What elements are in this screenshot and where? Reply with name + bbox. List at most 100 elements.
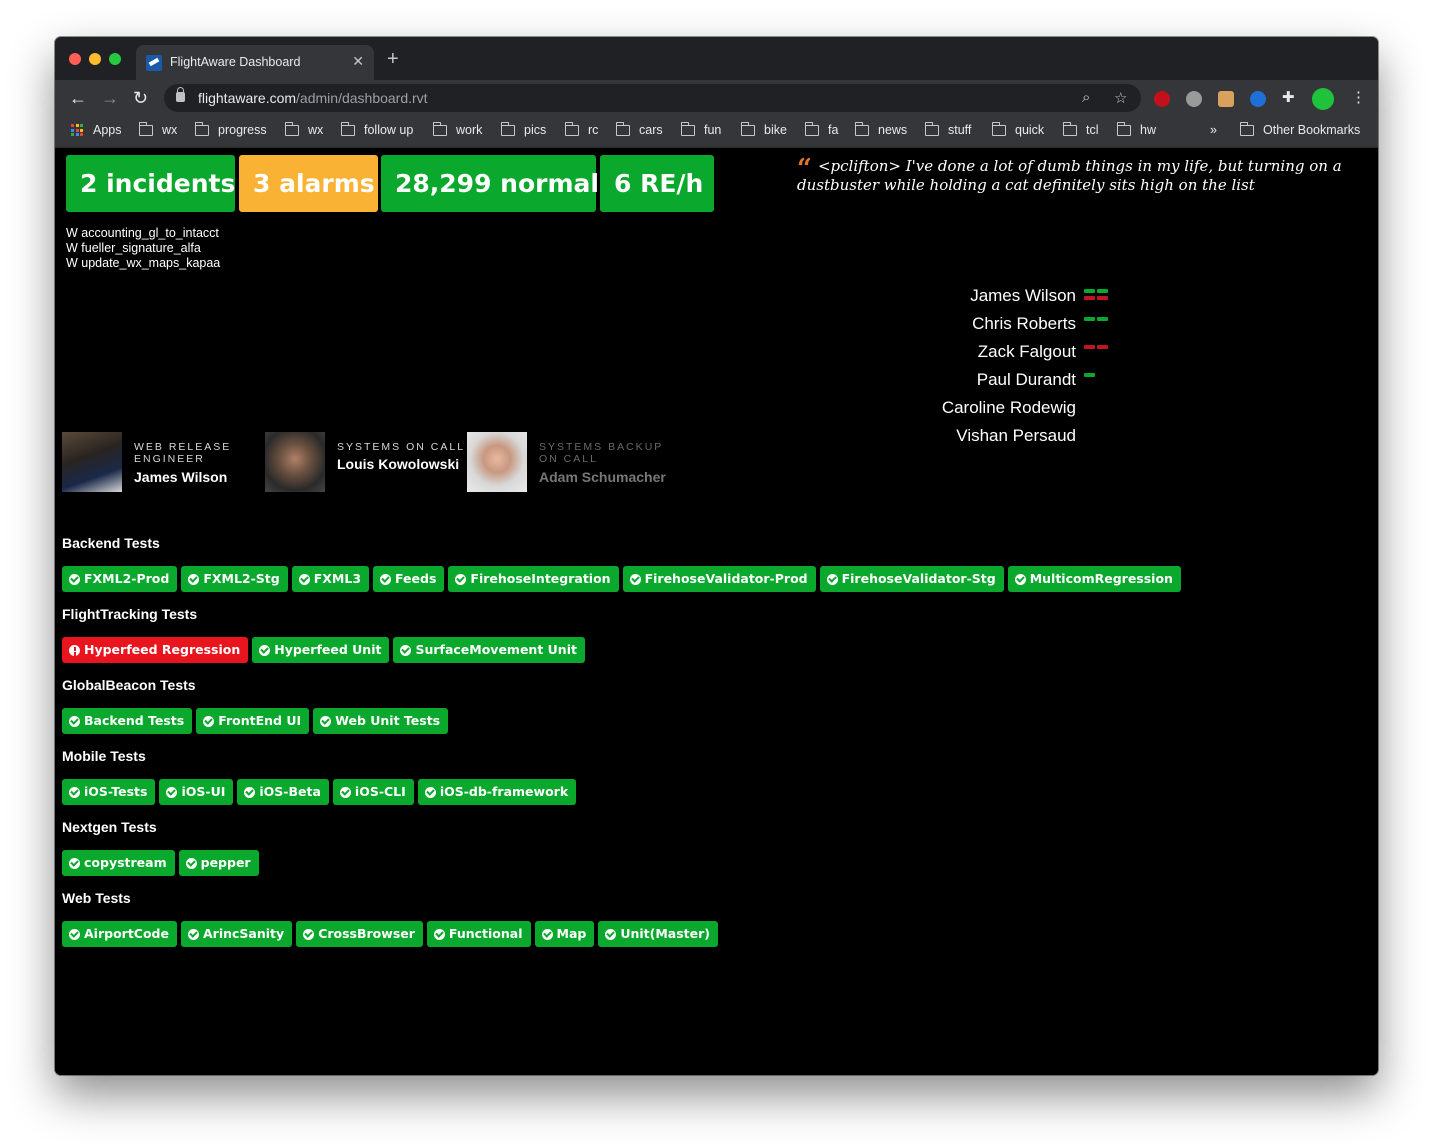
bookmark-folder-wx-2[interactable]: wx [284, 121, 323, 137]
test-badge-row: iOS-Tests iOS-UI iOS-Beta iOS-CLI iOS-db-fra… [62, 779, 577, 805]
bookmark-folder-hw[interactable]: hw [1116, 121, 1156, 137]
oncall-name: Louis Kowolowski [337, 456, 460, 472]
bookmark-folder-stuff[interactable]: stuff [924, 121, 971, 137]
avatar [467, 432, 527, 492]
test-badge[interactable]: iOS-db-framework [417, 779, 577, 805]
test-badge-row: AirportCode ArincSanity CrossBrowser Functi… [62, 921, 718, 947]
dashboard-page: 2 incidents 3 alarms 28,299 normal 6 RE/… [55, 149, 1378, 1075]
bookmark-folder-progress[interactable]: progress [194, 121, 267, 137]
test-badge[interactable]: FXML3 [291, 566, 370, 592]
test-badge[interactable]: Web Unit Tests [313, 708, 449, 734]
forward-arrow-icon[interactable]: → [101, 88, 119, 108]
test-badge[interactable]: iOS-CLI [332, 779, 414, 805]
zoom-search-icon[interactable]: ⌕ [1082, 89, 1090, 106]
browser-toolbar: ← → ↻ flightaware.com/admin/dashboard.rv… [55, 80, 1378, 116]
test-badge[interactable]: pepper [178, 850, 259, 876]
test-badge[interactable]: iOS-Tests [62, 779, 156, 805]
back-arrow-icon[interactable]: ← [69, 88, 87, 108]
incident-item[interactable]: W accounting_gl_to_intacct [66, 226, 220, 241]
test-badge[interactable]: Map [534, 921, 595, 947]
test-badge[interactable]: FirehoseIntegration [448, 566, 619, 592]
extension-youtube-icon[interactable] [1154, 91, 1170, 107]
incident-item[interactable]: W fueller_signature_alfa [66, 241, 220, 256]
re-rate-stat[interactable]: 6 RE/h [600, 155, 714, 212]
bookmark-folder-rc[interactable]: rc [564, 121, 598, 137]
bookmark-folder-work[interactable]: work [432, 121, 482, 137]
bookmark-folder-bike[interactable]: bike [740, 121, 787, 137]
close-window-button[interactable] [69, 53, 81, 65]
tab-close-icon[interactable]: ✕ [352, 53, 364, 70]
test-badge[interactable]: Feeds [373, 566, 445, 592]
test-badge[interactable]: Backend Tests [62, 708, 193, 734]
address-bar[interactable]: flightaware.com/admin/dashboard.rvt ⌕ ☆ [164, 84, 1141, 112]
role-label: SYSTEMS ON CALL [337, 441, 466, 453]
test-badge[interactable]: copystream [62, 850, 175, 876]
test-badge[interactable]: Unit(Master) [598, 921, 718, 947]
person-name: Zack Falgout [977, 342, 1076, 361]
test-badge[interactable]: MulticomRegression [1007, 566, 1181, 592]
extension-1password-icon[interactable] [1250, 91, 1266, 107]
maximize-window-button[interactable] [109, 53, 121, 65]
extension-face-icon[interactable] [1218, 91, 1234, 107]
bookmark-folder-quick[interactable]: quick [991, 121, 1044, 137]
check-circle-icon [380, 573, 392, 585]
test-badge-label: AirportCode [84, 926, 169, 941]
test-badge[interactable]: FrontEnd UI [196, 708, 310, 734]
test-badge-label: iOS-Beta [259, 784, 321, 799]
test-badge[interactable]: ArincSanity [181, 921, 293, 947]
test-badge[interactable]: FXML2-Stg [181, 566, 288, 592]
bookmark-folder-cars[interactable]: cars [615, 121, 663, 137]
test-badge[interactable]: CrossBrowser [296, 921, 423, 947]
test-badge-label: Feeds [395, 571, 437, 586]
test-badge[interactable]: iOS-UI [159, 779, 234, 805]
minimize-window-button[interactable] [89, 53, 101, 65]
test-badge[interactable]: AirportCode [62, 921, 177, 947]
incidents-stat[interactable]: 2 incidents [66, 155, 235, 212]
check-circle-icon [185, 857, 197, 869]
bookmark-folder-fun[interactable]: fun [680, 121, 721, 137]
tab-title: FlightAware Dashboard [170, 55, 301, 69]
check-circle-icon [188, 573, 200, 585]
test-badge[interactable]: iOS-Beta [237, 779, 329, 805]
person-name: Caroline Rodewig [941, 398, 1076, 417]
incident-item[interactable]: W update_wx_maps_kapaa [66, 256, 220, 271]
test-badge[interactable]: FirehoseValidator-Stg [819, 566, 1004, 592]
test-badge[interactable]: Hyperfeed Unit [252, 637, 390, 663]
bookmark-folder-pics[interactable]: pics [500, 121, 546, 137]
folder-icon [804, 121, 819, 136]
profile-avatar-icon[interactable] [1312, 88, 1334, 110]
reload-icon[interactable]: ↻ [133, 88, 148, 108]
bookmark-other-bookmarks[interactable]: Other Bookmarks [1239, 121, 1360, 137]
bookmark-folder-news[interactable]: news [854, 121, 907, 137]
test-badge[interactable]: SurfaceMovement Unit [393, 637, 585, 663]
extension-abp-icon[interactable] [1186, 91, 1202, 107]
test-badge-label: iOS-db-framework [439, 784, 569, 799]
bookmark-star-icon[interactable]: ☆ [1114, 89, 1127, 107]
test-badge[interactable]: Functional [426, 921, 531, 947]
test-badge[interactable]: FirehoseValidator-Prod [622, 566, 816, 592]
test-badge-label: FrontEnd UI [218, 713, 302, 728]
bookmark-apps[interactable]: Apps [71, 123, 122, 137]
bookmark-folder-follow-up[interactable]: follow up [340, 121, 413, 137]
alarms-stat[interactable]: 3 alarms [239, 155, 378, 212]
test-badge-label: Hyperfeed Regression [84, 642, 241, 657]
test-badge-label: FXML3 [313, 571, 362, 586]
check-circle-icon [244, 786, 256, 798]
bookmark-folder-wx[interactable]: wx [138, 121, 177, 137]
flightaware-favicon-icon [146, 55, 162, 71]
bookmark-folder-fa[interactable]: fa [804, 121, 838, 137]
test-badge[interactable]: Hyperfeed Regression [62, 637, 249, 663]
bookmark-folder-tcl[interactable]: tcl [1062, 121, 1099, 137]
systems-backup-on-call: SYSTEMS BACKUP ON CALL Adam Schumacher [467, 432, 677, 492]
lock-icon [176, 87, 185, 102]
menu-kebab-icon[interactable]: ⋮ [1351, 88, 1366, 106]
url-text[interactable]: flightaware.com/admin/dashboard.rvt [198, 90, 428, 106]
test-badge[interactable]: FXML2-Prod [62, 566, 178, 592]
extensions-puzzle-icon[interactable]: ✚ [1282, 88, 1295, 106]
folder-icon [1239, 121, 1254, 136]
bookmarks-overflow-icon[interactable]: » [1210, 123, 1217, 137]
tab-flightaware-dashboard[interactable]: FlightAware Dashboard ✕ [136, 45, 374, 80]
normal-stat[interactable]: 28,299 normal [381, 155, 599, 212]
new-tab-icon[interactable]: + [387, 49, 399, 69]
test-badge-label: FXML2-Prod [84, 571, 170, 586]
